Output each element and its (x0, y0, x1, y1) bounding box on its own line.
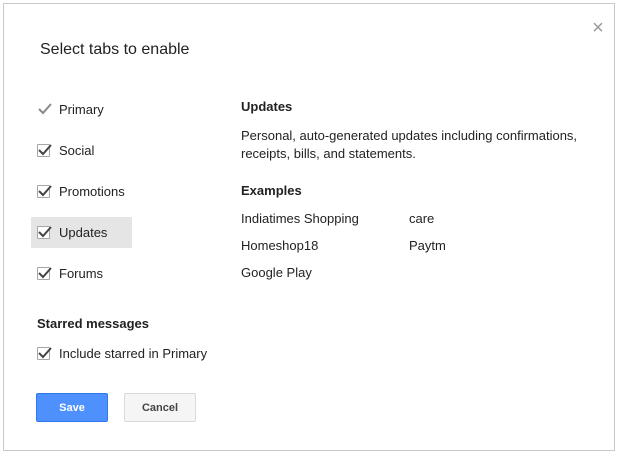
checkbox-social[interactable] (37, 144, 52, 157)
check-icon (38, 103, 52, 115)
example-item: Paytm (409, 238, 446, 253)
cancel-button[interactable]: Cancel (124, 393, 196, 422)
close-icon[interactable]: × (590, 18, 606, 38)
dialog-title: Select tabs to enable (40, 41, 190, 58)
checkbox-updates[interactable] (37, 226, 52, 239)
example-item: Google Play (241, 265, 312, 280)
tab-option-updates[interactable]: Updates (31, 217, 132, 248)
tab-label-updates: Updates (59, 225, 108, 240)
example-item: care (409, 211, 435, 226)
examples-list: Indiatimes Shopping care Homeshop18 Payt… (241, 210, 509, 282)
examples-heading: Examples (241, 183, 302, 198)
include-starred-option[interactable]: Include starred in Primary (37, 346, 207, 361)
example-item: Indiatimes Shopping (241, 211, 359, 226)
check-icon (38, 267, 52, 279)
tab-list: Primary Social Promotions Updates Forums (31, 94, 132, 299)
checkbox-promotions[interactable] (37, 185, 52, 198)
tab-option-primary[interactable]: Primary (31, 94, 132, 125)
save-button[interactable]: Save (36, 393, 108, 422)
check-icon (38, 347, 52, 359)
tab-label-primary: Primary (59, 102, 104, 117)
tab-label-social: Social (59, 143, 95, 158)
check-icon (38, 226, 52, 238)
example-item: Homeshop18 (241, 238, 319, 253)
tab-option-social[interactable]: Social (31, 135, 132, 166)
tab-label-promotions: Promotions (59, 184, 125, 199)
tab-option-promotions[interactable]: Promotions (31, 176, 132, 207)
checkbox-primary (37, 103, 52, 116)
detail-heading: Updates (241, 99, 293, 114)
check-icon (38, 185, 52, 197)
tab-option-forums[interactable]: Forums (31, 258, 132, 289)
include-starred-label: Include starred in Primary (59, 346, 208, 361)
checkbox-include-starred[interactable] (37, 347, 52, 360)
check-icon (38, 144, 52, 156)
checkbox-forums[interactable] (37, 267, 52, 280)
tab-label-forums: Forums (59, 266, 104, 281)
detail-description: Personal, auto-generated updates includi… (241, 128, 578, 161)
starred-heading: Starred messages (37, 316, 150, 331)
